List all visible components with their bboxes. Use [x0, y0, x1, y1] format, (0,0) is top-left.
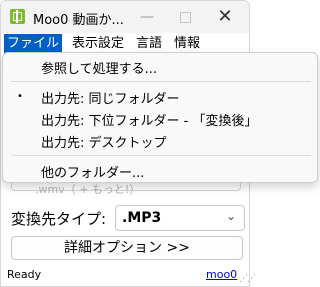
menu-item-output-desktop[interactable]: 出力先: デスクトップ — [41, 132, 167, 151]
moo0-link[interactable]: moo0 — [206, 268, 237, 281]
menu-item-output-subfolder[interactable]: 出力先: 下位フォルダー - 「変換後」 — [41, 110, 257, 129]
status-text: Ready — [7, 268, 42, 281]
file-menu-dropdown: 参照して処理する... • 出力先: 同じフォルダー 出力先: 下位フォルダー … — [2, 52, 318, 183]
menu-item-other-folder[interactable]: 他のフォルダー... — [41, 162, 144, 181]
close-button[interactable]: ✕ — [207, 1, 243, 33]
menu-bar: ファイル 表示設定 言語 情報 — [1, 34, 249, 54]
menu-separator — [11, 81, 311, 82]
minimize-button[interactable]: — — [129, 1, 165, 33]
output-type-select[interactable]: .MP3 ⌄ — [115, 205, 245, 231]
menu-info[interactable]: 情報 — [171, 34, 203, 54]
chevron-down-icon: ⌄ — [225, 209, 236, 223]
menu-display-settings[interactable]: 表示設定 — [69, 34, 127, 54]
minimize-icon: — — [140, 9, 154, 25]
detail-options-button[interactable]: 詳細オプション >> — [11, 236, 243, 260]
file-drop-hint: .wmv（ + もっと!） — [35, 183, 141, 196]
maximize-icon — [179, 11, 191, 23]
menu-separator — [11, 155, 311, 156]
menu-language[interactable]: 言語 — [133, 34, 165, 54]
app-icon[interactable] — [10, 9, 25, 24]
menu-item-output-same-folder[interactable]: 出力先: 同じフォルダー — [41, 88, 180, 107]
close-icon: ✕ — [217, 6, 233, 27]
output-type-value: .MP3 — [122, 210, 162, 226]
output-type-label: 変換先タイプ: — [11, 210, 107, 228]
checked-bullet-icon: • — [17, 91, 23, 102]
menu-file[interactable]: ファイル — [4, 34, 63, 54]
window-title: Moo0 動画か... — [33, 13, 124, 28]
title-bar[interactable]: Moo0 動画か... — ✕ — [1, 1, 249, 33]
maximize-button[interactable] — [167, 1, 203, 33]
resize-grip-icon[interactable]: ⋰⋰ — [239, 274, 256, 284]
menu-item-browse-process[interactable]: 参照して処理する... — [41, 58, 157, 77]
